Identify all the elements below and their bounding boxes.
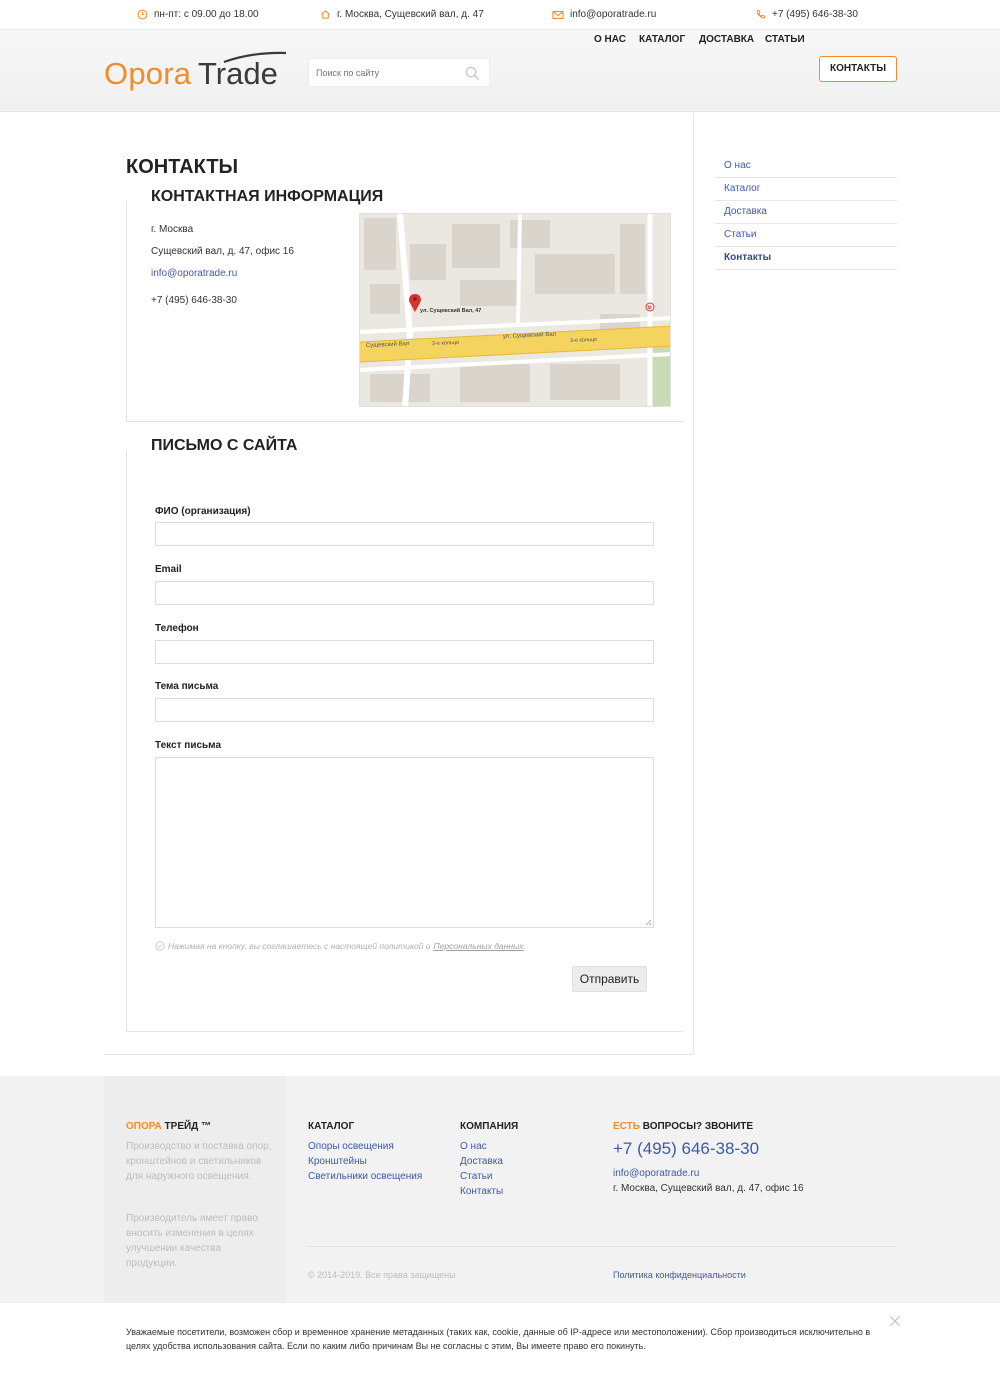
- cookie-notice-text: Уважаемые посетители, возможен сбор и вр…: [126, 1327, 871, 1351]
- footer-phone[interactable]: +7 (495) 646-38-30: [613, 1139, 759, 1159]
- footer-brand-text-1: Производство и поставка опор, кронштейно…: [126, 1141, 272, 1182]
- top-info-bar: пн-пт: с 09.00 до 18.00 г. Москва, Сущев…: [0, 0, 1000, 30]
- sidebar-item-about[interactable]: О нас: [715, 155, 897, 178]
- footer-company-link[interactable]: Статьи: [460, 1171, 492, 1182]
- message-label: Текст письма: [155, 740, 222, 751]
- footer-questions-title: ЕСТЬ ВОПРОСЫ? ЗВОНИТЕ: [613, 1121, 753, 1132]
- consent-note: Нажимая на кнопку, вы соглашаетесь с нас…: [155, 941, 526, 951]
- nav-item-catalog[interactable]: КАТАЛОГ: [639, 30, 685, 50]
- search-box: [308, 58, 490, 87]
- footer-brand-title-orange: ОПОРА: [126, 1121, 162, 1132]
- sidebar-item-contacts[interactable]: Контакты: [715, 247, 897, 270]
- footer-email-link[interactable]: info@oporatrade.ru: [613, 1168, 699, 1179]
- map-ring-label-2: 3-е кольцо: [570, 337, 597, 344]
- close-icon[interactable]: [889, 1315, 901, 1327]
- sidebar-item-articles[interactable]: Статьи: [715, 224, 897, 247]
- page-title: КОНТАКТЫ: [126, 156, 239, 178]
- footer-questions-title-orange: ЕСТЬ: [613, 1121, 640, 1132]
- top-email[interactable]: info@oporatrade.ru: [552, 9, 656, 20]
- contact-info-title: КОНТАКТНАЯ ИНФОРМАЦИЯ: [151, 188, 390, 206]
- top-email-text[interactable]: info@oporatrade.ru: [570, 9, 656, 20]
- submit-button[interactable]: Отправить: [572, 966, 647, 992]
- consent-end: .: [523, 941, 526, 951]
- subject-label: Тема письма: [155, 681, 219, 692]
- footer-brand-title-rest: ТРЕЙД ™: [161, 1121, 212, 1132]
- name-label: ФИО (организация): [155, 506, 251, 517]
- footer-divider: [308, 1246, 897, 1247]
- mail-icon: [552, 10, 564, 19]
- top-phone[interactable]: +7 (495) 646-38-30: [755, 9, 858, 20]
- working-hours-text: пн-пт: с 09.00 до 18.00: [154, 9, 259, 20]
- footer-brand-text-2: Производитель имеет право вносить измене…: [126, 1213, 258, 1269]
- footer-address: г. Москва, Сущевский вал, д. 47, офис 16: [613, 1183, 804, 1194]
- footer-questions-title-rest: ВОПРОСЫ? ЗВОНИТЕ: [639, 1121, 754, 1132]
- footer-brand-title: ОПОРА ТРЕЙД ™: [126, 1121, 211, 1132]
- footer-catalog-link[interactable]: Светильники освещения: [308, 1171, 422, 1182]
- footer-privacy-link[interactable]: Политика конфиденциальности: [613, 1270, 746, 1280]
- contact-address: Сущевский вал, д. 47, офис 16: [151, 246, 294, 257]
- nav-item-contacts[interactable]: КОНТАКТЫ: [819, 56, 897, 82]
- search-icon[interactable]: [465, 66, 480, 81]
- footer-catalog-link[interactable]: Опоры освещения: [308, 1141, 394, 1152]
- consent-text: Нажимая на кнопку, вы соглашаетесь с нас…: [168, 941, 431, 951]
- contact-email-link[interactable]: info@oporatrade.ru: [151, 268, 237, 279]
- clock-icon: [137, 9, 148, 20]
- name-input[interactable]: [155, 522, 654, 546]
- map-marker-label: ул. Сущевский Вал, 47: [420, 307, 481, 314]
- sidebar-item-delivery[interactable]: Доставка: [715, 201, 897, 224]
- logo[interactable]: Opora Trade: [104, 50, 287, 94]
- logo-text-opora: Opora: [104, 56, 192, 91]
- subject-input[interactable]: [155, 698, 654, 722]
- footer-catalog-title: КАТАЛОГ: [308, 1121, 355, 1132]
- footer-company-link[interactable]: Доставка: [460, 1156, 503, 1167]
- location-map[interactable]: ул. Сущевский Вал, 47 Сущевский Вал ул. …: [359, 213, 671, 407]
- contact-city: г. Москва: [151, 224, 194, 235]
- consent-link[interactable]: Персональных данных: [434, 941, 524, 951]
- footer-company-link[interactable]: О нас: [460, 1141, 487, 1152]
- contact-phone: +7 (495) 646-38-30: [151, 295, 237, 306]
- sidebar-menu: О нас Каталог Доставка Статьи Контакты: [715, 155, 897, 270]
- phone-input[interactable]: [155, 640, 654, 664]
- footer-copyright: © 2014-2019. Все права защищены: [308, 1270, 456, 1280]
- search-input[interactable]: [309, 59, 459, 86]
- check-circle-icon[interactable]: [155, 941, 165, 951]
- footer-company-link[interactable]: Контакты: [460, 1186, 503, 1197]
- footer-catalog-link[interactable]: Кронштейны: [308, 1156, 367, 1167]
- message-textarea[interactable]: [155, 757, 654, 928]
- sidebar-item-catalog[interactable]: Каталог: [715, 178, 897, 201]
- phone-icon: [756, 9, 766, 19]
- top-address: г. Москва, Сущевский вал, д. 47: [320, 9, 484, 20]
- email-label: Email: [155, 564, 182, 575]
- top-phone-text[interactable]: +7 (495) 646-38-30: [772, 9, 858, 20]
- nav-item-articles[interactable]: СТАТЬИ: [765, 30, 805, 50]
- home-icon: [321, 10, 330, 19]
- footer-company-title: КОМПАНИЯ: [460, 1121, 519, 1132]
- email-input[interactable]: [155, 581, 654, 605]
- feedback-form-title: ПИСЬМО С САЙТА: [151, 437, 304, 455]
- phone-label: Телефон: [155, 623, 199, 634]
- map-ring-label-1: 3-е кольцо: [432, 340, 459, 347]
- map-graphic: ул. Сущевский Вал, 47 Сущевский Вал ул. …: [360, 214, 670, 406]
- svg-text:M: M: [648, 306, 652, 312]
- textarea-resize-handle-icon[interactable]: [645, 919, 652, 926]
- logo-swoosh-icon: [223, 51, 287, 64]
- top-address-text: г. Москва, Сущевский вал, д. 47: [337, 9, 484, 20]
- nav-item-delivery[interactable]: ДОСТАВКА: [699, 30, 754, 50]
- working-hours: пн-пт: с 09.00 до 18.00: [137, 9, 259, 20]
- nav-item-about[interactable]: О НАС: [594, 30, 626, 50]
